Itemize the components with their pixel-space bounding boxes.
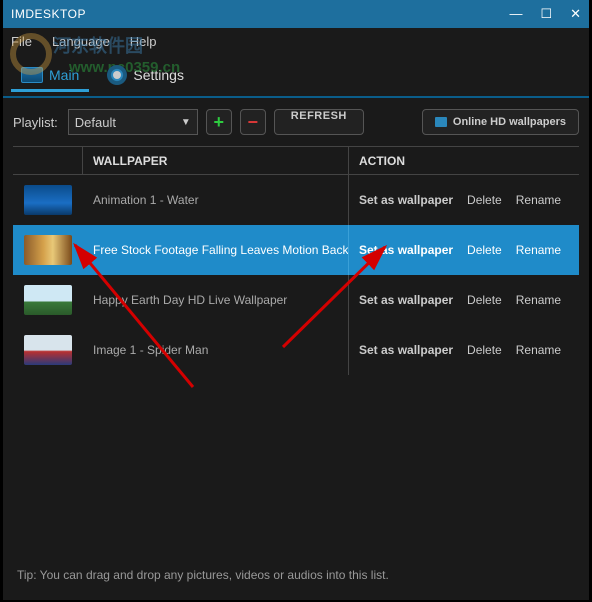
delete-action[interactable]: Delete <box>467 293 502 307</box>
thumbnail-icon <box>24 185 72 215</box>
table-row[interactable]: Free Stock Footage Falling Leaves Motion… <box>13 225 579 275</box>
window-title: IMDESKTOP <box>11 7 509 21</box>
wallpaper-name: Happy Earth Day HD Live Wallpaper <box>83 275 349 325</box>
action-cell: Set as wallpaper Delete Rename <box>349 175 579 225</box>
set-wallpaper-action[interactable]: Set as wallpaper <box>359 293 453 307</box>
header-action: ACTION <box>349 147 579 174</box>
action-cell: Set as wallpaper Delete Rename <box>349 225 579 275</box>
thumbnail-cell <box>13 235 83 265</box>
thumbnail-cell <box>13 185 83 215</box>
wallpaper-name: Animation 1 - Water <box>83 175 349 225</box>
delete-action[interactable]: Delete <box>467 243 502 257</box>
rename-action[interactable]: Rename <box>516 243 561 257</box>
set-wallpaper-action[interactable]: Set as wallpaper <box>359 243 453 257</box>
playlist-dropdown[interactable]: Default ▼ <box>68 109 198 135</box>
delete-action[interactable]: Delete <box>467 193 502 207</box>
online-wallpapers-label: Online HD wallpapers <box>453 116 566 128</box>
online-wallpapers-button[interactable]: Online HD wallpapers <box>422 109 579 135</box>
chevron-down-icon: ▼ <box>181 117 191 128</box>
minimize-button[interactable]: — <box>509 6 522 22</box>
playlist-value: Default <box>75 115 116 130</box>
thumbnail-cell <box>13 335 83 365</box>
maximize-button[interactable]: ☐ <box>540 6 552 22</box>
window-controls: — ☐ ✕ <box>509 6 581 22</box>
tab-settings[interactable]: Settings <box>97 59 194 91</box>
delete-action[interactable]: Delete <box>467 343 502 357</box>
menu-help[interactable]: Help <box>126 32 161 51</box>
gear-icon <box>107 65 127 85</box>
action-cell: Set as wallpaper Delete Rename <box>349 325 579 375</box>
remove-button[interactable]: − <box>240 109 266 135</box>
thumbnail-icon <box>24 285 72 315</box>
rename-action[interactable]: Rename <box>516 293 561 307</box>
thumbnail-icon <box>24 235 72 265</box>
tab-main-label: Main <box>49 67 79 83</box>
tip-text: Tip: You can drag and drop any pictures,… <box>17 568 389 582</box>
table-header: WALLPAPER ACTION <box>13 147 579 175</box>
toolbar: Playlist: Default ▼ + − REFRESH Online H… <box>3 98 589 146</box>
wallpaper-table: WALLPAPER ACTION Animation 1 - WaterSet … <box>13 146 579 375</box>
close-button[interactable]: ✕ <box>570 6 581 22</box>
menu-language[interactable]: Language <box>48 32 114 51</box>
table-row[interactable]: Image 1 - Spider Man Set as wallpaper Dele… <box>13 325 579 375</box>
refresh-button[interactable]: REFRESH <box>274 109 364 135</box>
header-wallpaper: WALLPAPER <box>83 147 349 174</box>
tab-bar: Main Settings <box>3 54 589 98</box>
table-row[interactable]: Animation 1 - Water Set as wallpaper Delet… <box>13 175 579 225</box>
image-icon <box>435 117 447 127</box>
set-wallpaper-action[interactable]: Set as wallpaper <box>359 343 453 357</box>
action-cell: Set as wallpaper Delete Rename <box>349 275 579 325</box>
rename-action[interactable]: Rename <box>516 193 561 207</box>
playlist-label: Playlist: <box>13 115 58 130</box>
title-bar[interactable]: IMDESKTOP — ☐ ✕ <box>3 0 589 28</box>
wallpaper-name: Image 1 - Spider Man <box>83 325 349 375</box>
tab-settings-label: Settings <box>133 67 184 83</box>
tab-main[interactable]: Main <box>11 61 89 92</box>
table-row[interactable]: Happy Earth Day HD Live WallpaperSet as … <box>13 275 579 325</box>
thumbnail-icon <box>24 335 72 365</box>
thumbnail-cell <box>13 285 83 315</box>
monitor-icon <box>21 67 43 83</box>
menu-file[interactable]: File <box>7 32 36 51</box>
set-wallpaper-action[interactable]: Set as wallpaper <box>359 193 453 207</box>
app-window: IMDESKTOP — ☐ ✕ File Language Help 河东软件园… <box>3 0 589 600</box>
rename-action[interactable]: Rename <box>516 343 561 357</box>
menu-bar: File Language Help 河东软件园 www.pc0359.cn <box>3 28 589 54</box>
wallpaper-name: Free Stock Footage Falling Leaves Motion… <box>83 225 349 275</box>
add-button[interactable]: + <box>206 109 232 135</box>
